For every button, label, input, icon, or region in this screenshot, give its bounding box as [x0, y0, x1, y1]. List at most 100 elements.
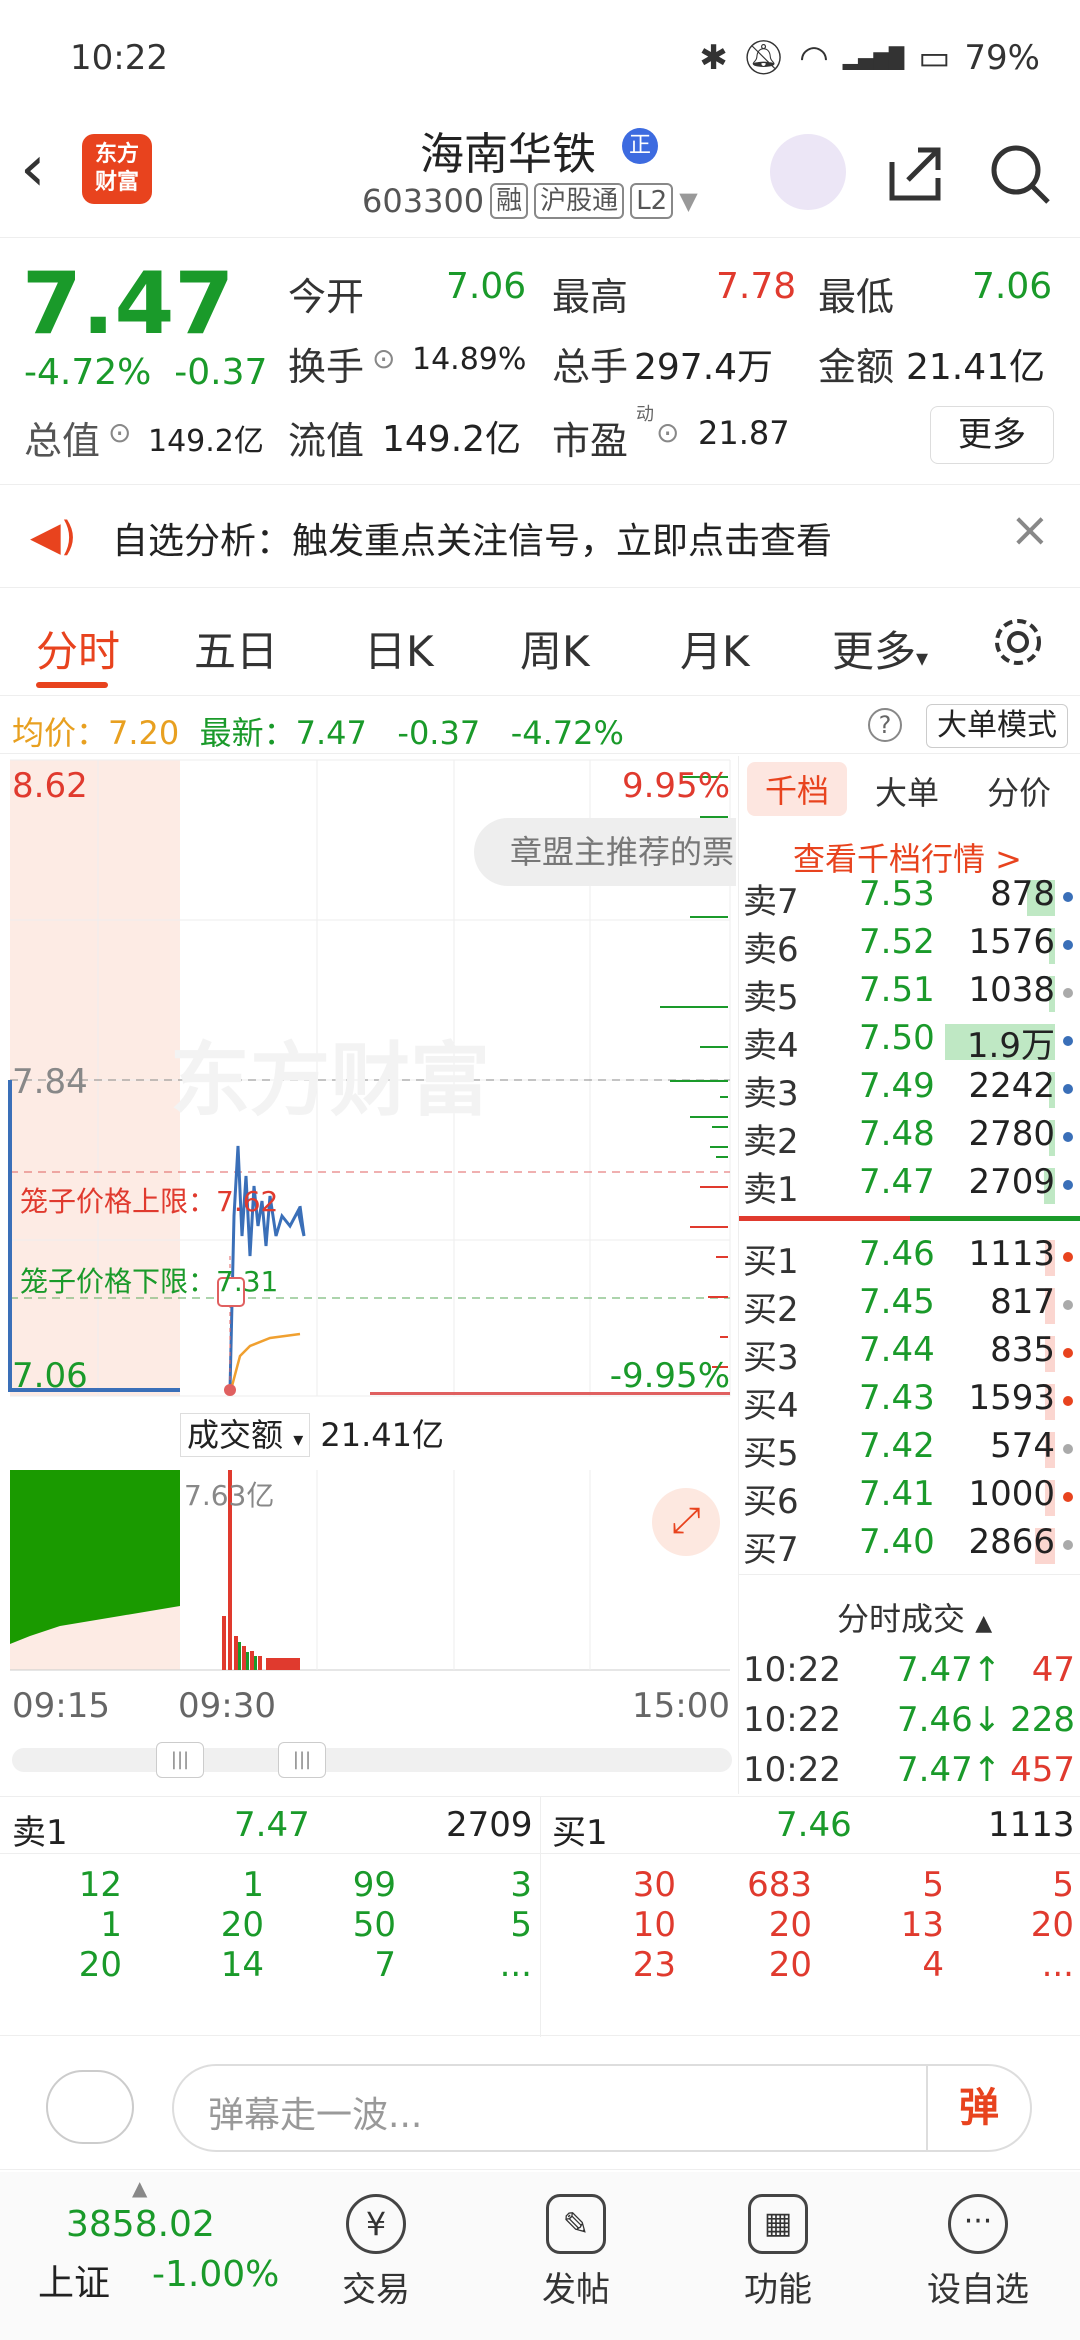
buy-level-dot: [1063, 1348, 1073, 1358]
index-name[interactable]: 上证: [38, 2254, 110, 2306]
help-icon[interactable]: ?: [868, 708, 902, 742]
sell-queue-cell: 1: [242, 1865, 264, 1905]
tab-price-dist[interactable]: 分价: [987, 768, 1051, 814]
buy-level-row[interactable]: 买7 7.40 2866: [739, 1522, 1080, 1570]
sell-level-name: 卖2: [743, 1122, 799, 1162]
buy-queue-cell: 20: [1030, 1905, 1074, 1945]
danmaku-list-icon[interactable]: [46, 2070, 134, 2144]
danmaku-placeholder: 弹幕走一波...: [208, 2095, 423, 2136]
tag-l2: L2: [630, 183, 674, 219]
battery-level: 79%: [964, 38, 1040, 78]
expand-up-icon[interactable]: ▲: [132, 2176, 147, 2200]
info-icon[interactable]: ⊙: [108, 416, 131, 449]
settings-icon[interactable]: [990, 614, 1046, 670]
tab-1000-levels[interactable]: 千档: [747, 762, 848, 816]
sell-level-row[interactable]: 卖2 7.48 2780: [739, 1114, 1080, 1162]
high-price: 7.78: [716, 266, 797, 307]
buy-level-name: 买5: [743, 1434, 799, 1474]
nav-post[interactable]: ✎ 发帖: [506, 2194, 646, 2311]
buy-level-name: 买3: [743, 1338, 799, 1378]
buy-level-volume: 835: [990, 1330, 1055, 1370]
back-icon[interactable]: ‹: [20, 132, 46, 206]
buy-level-price: 7.45: [859, 1282, 935, 1322]
buy-level-name: 买2: [743, 1290, 799, 1330]
tick-price: 7.47↑: [897, 1650, 1002, 1690]
buy-queue-cell: 5: [1052, 1865, 1074, 1905]
index-value[interactable]: 3858.02: [66, 2204, 215, 2245]
expand-icon[interactable]: ⤢: [652, 1488, 720, 1556]
info-icon[interactable]: ⊙: [372, 342, 395, 375]
sell-level-row[interactable]: 卖1 7.47 2709: [739, 1162, 1080, 1210]
amount: 21.41亿: [906, 347, 1046, 388]
sell-level-dot: [1063, 1036, 1073, 1046]
index-pct[interactable]: -1.00%: [152, 2254, 279, 2295]
nav-functions[interactable]: ▦ 功能: [708, 2194, 848, 2311]
tab-intraday[interactable]: 分时: [36, 618, 120, 679]
buy-level-volume: 574: [990, 1426, 1055, 1466]
sell-level-row[interactable]: 卖5 7.51 1038: [739, 970, 1080, 1018]
tab-big-orders[interactable]: 大单: [875, 768, 939, 814]
turnover-rate: 14.89%: [412, 342, 527, 377]
notice-bar[interactable]: ◀) 自选分析：触发重点关注信号，立即点击查看 ×: [0, 488, 1080, 588]
robot-avatar[interactable]: [770, 134, 846, 210]
buy-level-row[interactable]: 买5 7.42 574: [739, 1426, 1080, 1474]
danmaku-toggle-button[interactable]: 弹: [926, 2066, 1030, 2150]
avg-price-line: [230, 1332, 301, 1387]
buy-level-row[interactable]: 买4 7.43 1593: [739, 1378, 1080, 1426]
dropdown-icon[interactable]: ▼: [679, 187, 697, 215]
danmaku-bar: 弹幕走一波... 弹: [0, 2040, 1080, 2170]
range-slider[interactable]: [12, 1748, 732, 1772]
sell-level-row[interactable]: 卖4 7.50 1.9万: [739, 1018, 1080, 1066]
slider-handle-left[interactable]: |||: [156, 1742, 204, 1778]
sell-level-dot: [1063, 988, 1073, 998]
buy-level-row[interactable]: 买1 7.46 1113: [739, 1234, 1080, 1282]
buy-queue-cell: 4: [922, 1945, 944, 1985]
buy-level-dot: [1063, 1396, 1073, 1406]
axis-top-left: 8.62: [12, 766, 88, 806]
tab-5day[interactable]: 五日: [194, 618, 278, 679]
tab-monthly[interactable]: 月K: [680, 618, 750, 679]
buy-queue-cell: 5: [922, 1865, 944, 1905]
buy-level-row[interactable]: 买6 7.41 1000: [739, 1474, 1080, 1522]
sell-level-dot: [1063, 1132, 1073, 1142]
badge-icon: 正: [622, 128, 658, 164]
ticks-title[interactable]: 分时成交 ▲: [837, 1594, 992, 1640]
amount-dropdown[interactable]: 成交额 ▾: [180, 1413, 311, 1457]
buy-level-volume: 1113: [968, 1234, 1055, 1274]
sell-level-name: 卖6: [743, 930, 799, 970]
tab-weekly[interactable]: 周K: [520, 618, 590, 679]
slider-handle-right[interactable]: |||: [278, 1742, 326, 1778]
buy-level-row[interactable]: 买2 7.45 817: [739, 1282, 1080, 1330]
level1-queue: 卖1 7.47 2709 买1 7.46 1113 12 1 99 3 1 20 50 5 20…: [0, 1796, 1080, 2037]
buy-level-price: 7.44: [859, 1330, 935, 1370]
big-order-mode-button[interactable]: 大单模式: [926, 704, 1068, 748]
depth-bars-red: [690, 1186, 728, 1368]
low-price: 7.06: [972, 266, 1053, 307]
volume-header: 成交额 ▾ 21.41亿: [180, 1410, 444, 1457]
buy-level-row[interactable]: 买3 7.44 835: [739, 1330, 1080, 1378]
sell-level-name: 卖3: [743, 1074, 799, 1114]
promo-pill[interactable]: 章盟主推荐的票: [474, 818, 736, 886]
search-icon[interactable]: [988, 142, 1052, 206]
chart-tabs: 分时 五日 日K 周K 月K 更多▾: [0, 590, 1080, 696]
more-button[interactable]: 更多: [930, 406, 1054, 464]
nav-trade[interactable]: ¥ 交易: [306, 2194, 446, 2311]
tick-price: 7.46↓: [897, 1700, 1002, 1740]
nav-add-watchlist[interactable]: ··· 设自选: [908, 2194, 1048, 2311]
intraday-chart[interactable]: 8.62 9.95% 7.84 7.06 -9.95% 东方财富 笼子价格上限：…: [0, 756, 736, 1406]
status-time: 10:22: [70, 38, 168, 78]
share-icon[interactable]: [884, 142, 946, 204]
info-icon[interactable]: ⊙: [656, 416, 679, 449]
close-icon[interactable]: ×: [1010, 502, 1050, 558]
sell-level-row[interactable]: 卖3 7.49 2242: [739, 1066, 1080, 1114]
tab-more[interactable]: 更多▾: [832, 618, 928, 679]
danmaku-input[interactable]: 弹幕走一波... 弹: [172, 2064, 1032, 2152]
sell-level-name: 卖1: [743, 1170, 799, 1210]
sell-level-row[interactable]: 卖6 7.52 1576: [739, 922, 1080, 970]
app-logo[interactable]: 东方 财富: [82, 134, 152, 204]
buy-level-name: 买1: [743, 1242, 799, 1282]
tag-margin: 融: [490, 183, 529, 219]
sell-level-row[interactable]: 卖7 7.53 878: [739, 874, 1080, 922]
tab-daily[interactable]: 日K: [364, 618, 434, 679]
sell-level-volume: 878: [990, 874, 1055, 914]
